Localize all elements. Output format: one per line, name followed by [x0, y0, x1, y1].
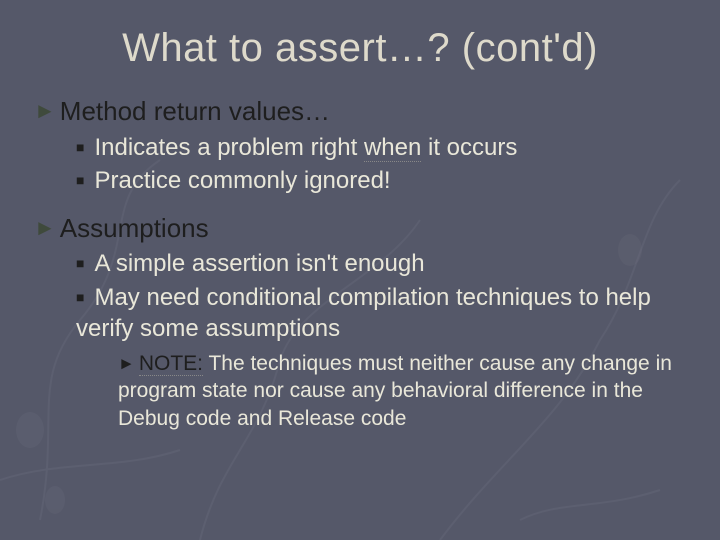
list-item: ■ Practice commonly ignored!	[76, 165, 686, 196]
slide-content: What to assert…? (cont'd) ►Method return…	[34, 26, 686, 432]
list-item: ■ A simple assertion isn't enough	[76, 248, 686, 279]
bullet-assumptions: ►Assumptions	[34, 212, 686, 245]
bullet2-text: Assumptions	[60, 213, 209, 243]
underlined-word: when	[364, 134, 421, 162]
sub-text: A simple assertion isn't enough	[94, 250, 424, 277]
bullet1-sublist: ■ Indicates a problem right when it occur…	[76, 132, 686, 196]
square-bullet-icon: ■	[76, 138, 84, 156]
bullet-method-return: ►Method return values…	[34, 95, 686, 128]
square-bullet-icon: ■	[76, 171, 84, 189]
note-label: NOTE:	[139, 352, 203, 376]
slide-title: What to assert…? (cont'd)	[34, 26, 686, 71]
triangle-right-icon: ►	[118, 353, 135, 375]
bullet1-text: Method return values…	[60, 96, 330, 126]
list-item: ■ Indicates a problem right when it occur…	[76, 132, 686, 163]
sub-text: Practice commonly ignored!	[94, 167, 390, 194]
note-wrap: ►NOTE: The techniques must neither cause…	[118, 350, 686, 432]
square-bullet-icon: ■	[76, 288, 84, 306]
slide-container: What to assert…? (cont'd) ►Method return…	[0, 0, 720, 540]
list-item: ■May need conditional compilation techni…	[76, 282, 686, 344]
note-item: ►NOTE: The techniques must neither cause…	[118, 350, 686, 432]
sub-text-post: it occurs	[421, 134, 517, 161]
sub-text: Indicates a problem right	[94, 134, 363, 161]
bullet2-sublist: ■A simple assertion isn't enough ■May ne…	[76, 248, 686, 431]
sub-text: May need conditional compilation techniq…	[76, 284, 651, 342]
square-bullet-icon: ■	[76, 254, 84, 272]
triangle-right-icon: ►	[34, 214, 56, 242]
triangle-right-icon: ►	[34, 97, 56, 125]
